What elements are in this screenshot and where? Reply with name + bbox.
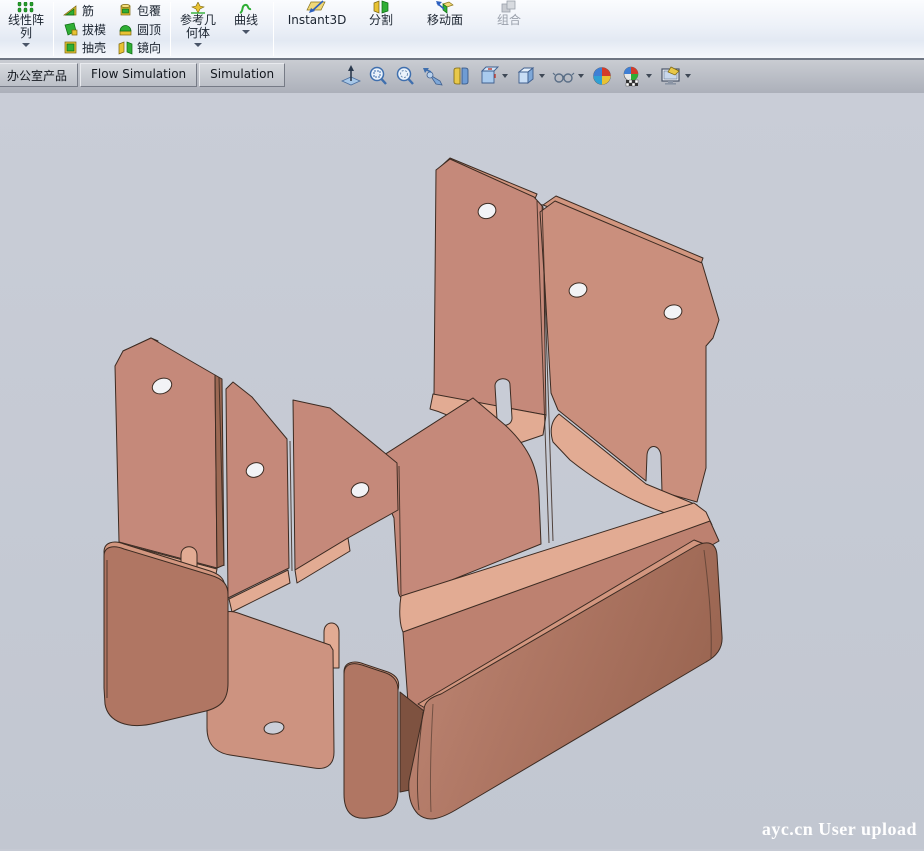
rib-label: 筋 [82,2,94,19]
mirror-button[interactable]: 镜向 [114,38,165,57]
dome-label: 圆顶 [137,21,161,38]
split-icon [372,0,390,14]
dome-icon [118,22,133,37]
model-right-plate-selected[interactable] [540,196,719,523]
display-style-icon[interactable] [515,65,545,87]
tab-flow-simulation[interactable]: Flow Simulation [80,63,197,87]
toolbar-column-2: 包覆 圆顶 镜向 [112,0,167,58]
combine-icon [500,0,518,14]
center-foot[interactable] [344,664,398,819]
instant3d-label: Instant3D [281,14,353,27]
zoom-in-out-icon[interactable] [395,65,415,87]
curves-label: 曲线 [226,14,266,27]
hide-show-items-icon[interactable] [552,65,584,87]
chevron-down-icon[interactable] [502,74,508,78]
chevron-down-icon[interactable] [646,74,652,78]
reference-geometry-button[interactable]: 参考几何体 [174,0,222,58]
heads-up-view-toolbar [341,65,691,87]
curves-button[interactable]: 曲线 [222,0,270,58]
split-button[interactable]: 分割 [357,0,405,58]
linear-pattern-button[interactable]: 线性阵列 [2,0,50,58]
combine-button: 组合 [485,0,533,58]
chevron-down-icon[interactable] [194,43,202,47]
view-settings-icon[interactable] [659,65,691,87]
split-label: 分割 [361,14,401,27]
graphics-viewport[interactable]: ayc.cn User upload [0,93,924,849]
part-model[interactable] [0,93,924,849]
shell-icon [63,40,78,55]
dome-button[interactable]: 圆顶 [114,20,165,39]
linear-pattern-icon [17,0,35,14]
mirror-label: 镜向 [137,39,161,56]
instant3d-button[interactable]: Instant3D [277,0,357,58]
move-face-button[interactable]: 移动面 [405,0,485,58]
toolbar-separator [273,2,274,56]
move-face-icon [435,0,455,14]
draft-icon [63,22,78,37]
toolbar-separator [53,2,54,56]
view-orientation-icon[interactable] [478,65,508,87]
feature-toolbar: 线性阵列 筋 拔模 [0,0,924,60]
rib-icon [63,3,78,18]
chevron-down-icon[interactable] [242,30,250,34]
wrap-icon [118,3,133,18]
command-manager-tab-strip: 办公室产品 Flow Simulation Simulation [0,60,924,93]
rib-button[interactable]: 筋 [59,1,110,20]
watermark-text: ayc.cn User upload [762,819,917,840]
reference-geometry-label: 参考几何体 [178,14,218,40]
chevron-down-icon[interactable] [685,74,691,78]
move-face-label: 移动面 [409,14,481,27]
combine-label: 组合 [489,14,529,27]
solidworks-window: 线性阵列 筋 拔模 [0,0,924,851]
toolbar-column-1: 筋 拔模 抽壳 [57,0,112,58]
instant3d-icon [305,0,329,14]
zoom-to-area-icon[interactable] [368,65,388,87]
shell-button[interactable]: 抽壳 [59,38,110,57]
toolbar-separator [170,2,171,56]
mirror-icon [118,40,133,55]
shell-label: 抽壳 [82,39,106,56]
chevron-down-icon[interactable] [578,74,584,78]
section-view-icon[interactable] [451,65,471,87]
tab-simulation[interactable]: Simulation [199,63,285,87]
linear-pattern-label: 线性阵列 [6,14,46,40]
chevron-down-icon[interactable] [22,43,30,47]
draft-button[interactable]: 拔模 [59,20,110,39]
rotate-view-icon[interactable] [422,65,444,87]
wrap-button[interactable]: 包覆 [114,1,165,20]
zoom-to-fit-icon[interactable] [341,65,361,87]
wrap-label: 包覆 [137,2,161,19]
edit-appearance-icon[interactable] [591,65,613,87]
curves-icon [238,0,254,14]
chevron-down-icon[interactable] [539,74,545,78]
draft-label: 拔模 [82,21,106,38]
apply-scene-icon[interactable] [620,65,652,87]
reference-geometry-icon [190,0,206,14]
tab-office-products[interactable]: 办公室产品 [0,63,78,87]
